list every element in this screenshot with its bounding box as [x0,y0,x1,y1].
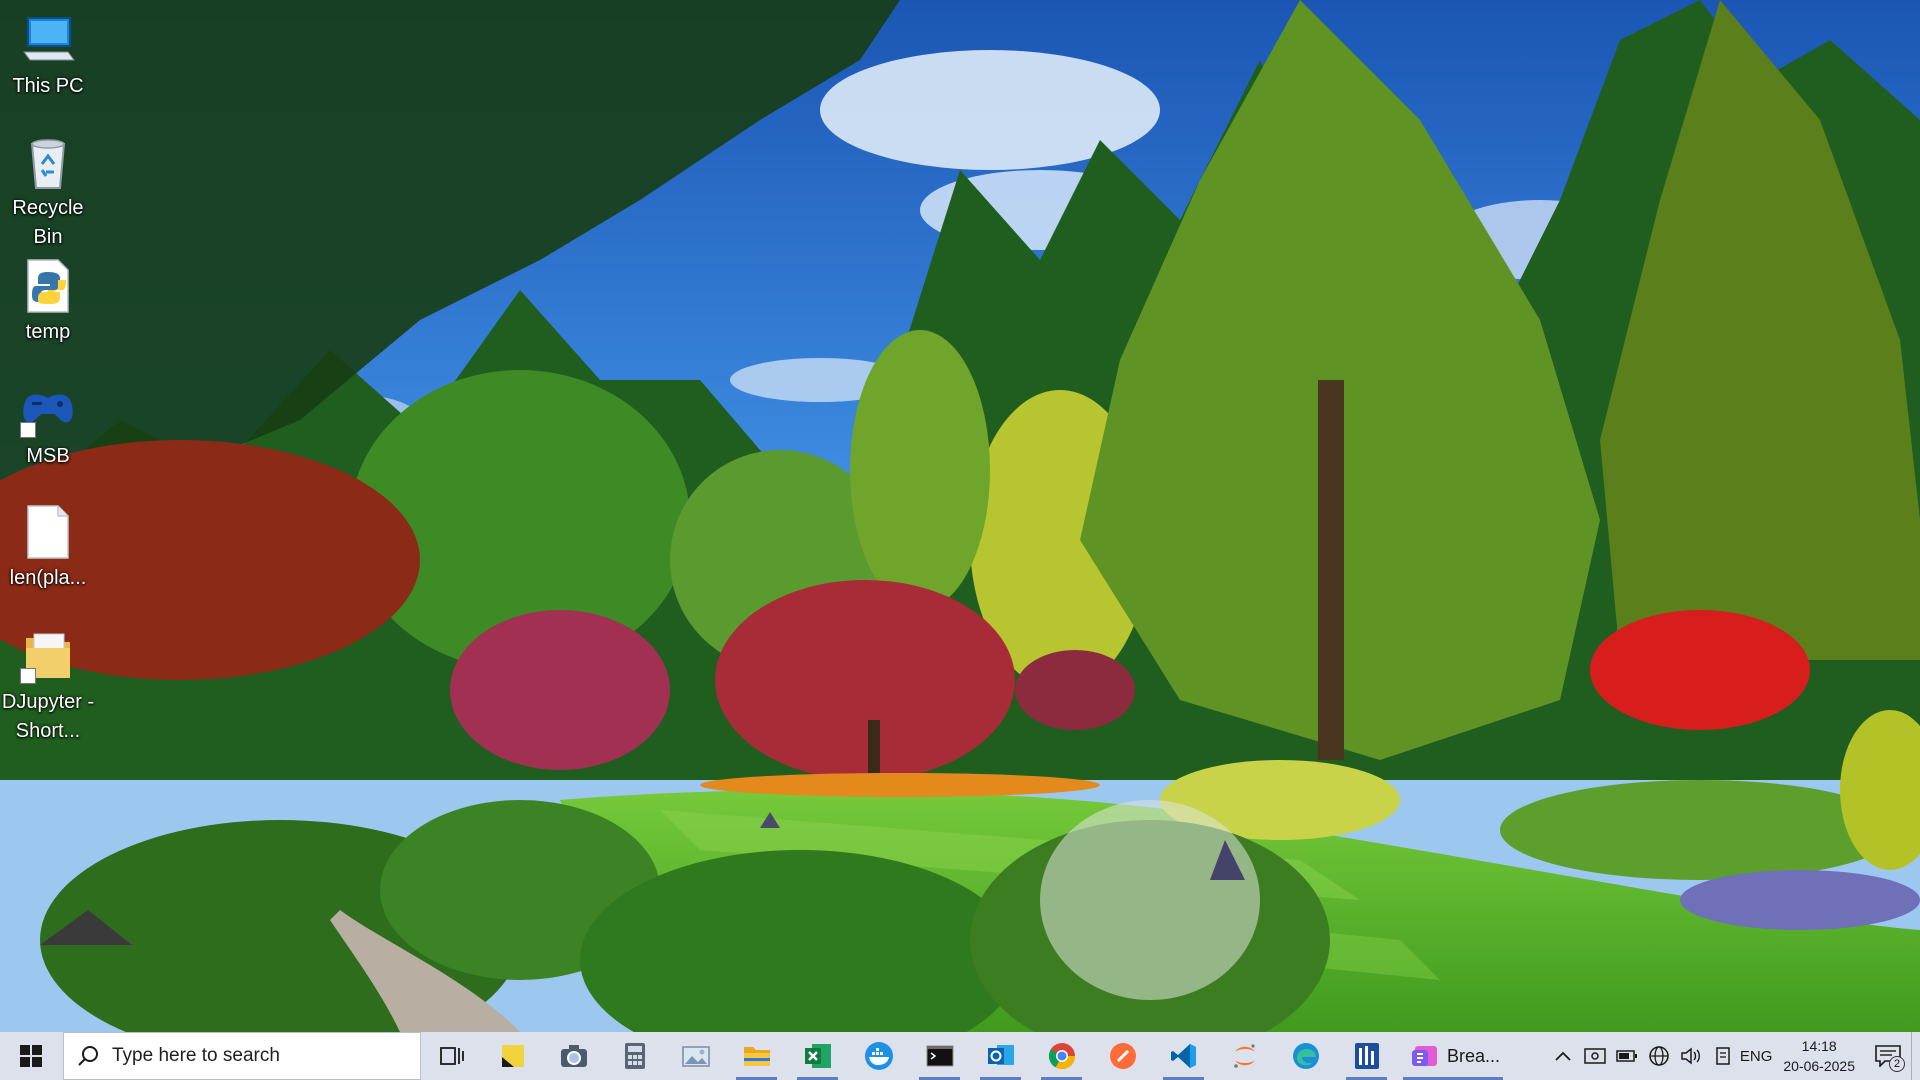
desktop-icon-temp[interactable]: temp [0,258,96,347]
language-indicator: ENG [1739,1047,1773,1065]
browser-app-icon [1412,1046,1437,1066]
webcam-icon [1584,1048,1606,1064]
start-button[interactable] [0,1032,61,1080]
notification-center-button[interactable]: 2 [1865,1032,1911,1080]
search-placeholder: Type here to search [112,1045,280,1066]
taskbar-app-photos[interactable] [665,1032,726,1080]
chevron-up-icon [1555,1051,1571,1061]
windows-logo-icon [19,1045,42,1067]
tray-ime[interactable] [1707,1032,1739,1080]
taskbar-app-vscode[interactable] [1153,1032,1214,1080]
taskbar-app-building[interactable] [1336,1032,1397,1080]
speaker-icon [1681,1047,1700,1065]
gamepad-icon [20,382,76,438]
text-file-icon [20,504,76,560]
system-tray: ENG 14:18 20-06-2025 2 [1547,1032,1920,1080]
python-file-icon [20,258,76,314]
edge-icon [1292,1043,1319,1069]
taskbar-app-chrome[interactable] [1031,1032,1092,1080]
desktop-icon-label: temp [25,321,71,343]
tray-overflow-button[interactable] [1547,1032,1579,1080]
desktop-icon-label: len(pla... [9,567,87,589]
taskbar-app-calculator[interactable] [604,1032,665,1080]
vscode-icon [1170,1044,1196,1068]
taskbar-active-window[interactable]: Brea... [1397,1032,1509,1080]
computer-icon [20,12,76,68]
tray-volume[interactable] [1675,1032,1707,1080]
active-window-label: Brea... [1447,1045,1501,1066]
excel-icon [804,1044,831,1068]
battery-icon [1616,1050,1637,1062]
calculator-icon [624,1043,645,1069]
photos-icon [681,1046,710,1067]
tray-language[interactable]: ENG [1739,1032,1774,1080]
taskbar-app-jupyter[interactable] [1214,1032,1275,1080]
tray-clock[interactable]: 14:18 20-06-2025 [1773,1036,1865,1076]
building-icon [1354,1043,1379,1069]
taskbar-search-box[interactable]: Type here to search [63,1032,421,1080]
taskbar-app-camera[interactable] [543,1032,604,1080]
keyboard-input-icon [1716,1047,1730,1065]
folder-icon [743,1047,770,1066]
desktop-icon-label: Recycle Bin [12,197,84,248]
tray-network[interactable] [1643,1032,1675,1080]
taskbar-app-sticky-notes[interactable] [482,1032,543,1080]
desktop-icon-msb[interactable]: MSB [0,382,96,471]
sticky-notes-icon [501,1045,524,1067]
task-view-icon [439,1047,464,1065]
taskbar-app-outlook[interactable] [970,1032,1031,1080]
shortcut-arrow-icon [20,422,36,438]
recycle-bin-icon [20,134,76,190]
clock-time: 14:18 [1801,1038,1837,1054]
search-icon [64,1045,112,1067]
desktop-icon-recycle-bin[interactable]: Recycle Bin [0,134,96,252]
folder-shortcut-icon [20,628,76,684]
taskbar-app-docker[interactable] [848,1032,909,1080]
taskbar: Type here to search Brea... ENG 14:18 20… [0,1032,1920,1080]
terminal-icon [926,1045,953,1067]
desktop-icon-label: DJupyter - Short... [1,691,95,742]
rocket-icon [1109,1043,1136,1069]
shortcut-arrow-icon [20,668,36,684]
desktop-icon-label: MSB [26,445,70,467]
taskbar-app-terminal[interactable] [909,1032,970,1080]
notification-count-badge: 2 [1889,1056,1905,1072]
desktop-icon-djupyter-shortcut[interactable]: DJupyter - Short... [0,628,96,746]
chrome-icon [1048,1043,1075,1070]
tray-meet-now[interactable] [1579,1032,1611,1080]
desktop-icon-len-file[interactable]: len(pla... [0,504,96,593]
taskbar-app-edge[interactable] [1275,1032,1336,1080]
show-desktop-button[interactable] [1911,1032,1920,1080]
clock-date: 20-06-2025 [1783,1058,1855,1074]
globe-icon [1649,1046,1669,1066]
whale-icon [864,1042,893,1070]
wallpaper-image [0,0,1920,1032]
jupyter-icon [1233,1044,1255,1068]
tray-battery[interactable] [1611,1032,1643,1080]
desktop-icon-this-pc[interactable]: This PC [0,12,96,101]
taskbar-app-file-explorer[interactable] [726,1032,787,1080]
desktop: This PC Recycle Bin temp MSB len(pla... … [0,0,1920,1032]
desktop-icon-label: This PC [12,75,84,97]
task-view-button[interactable] [421,1032,482,1080]
taskbar-app-postman[interactable] [1092,1032,1153,1080]
camera-icon [560,1045,587,1067]
outlook-icon [987,1045,1014,1065]
taskbar-app-excel[interactable] [787,1032,848,1080]
